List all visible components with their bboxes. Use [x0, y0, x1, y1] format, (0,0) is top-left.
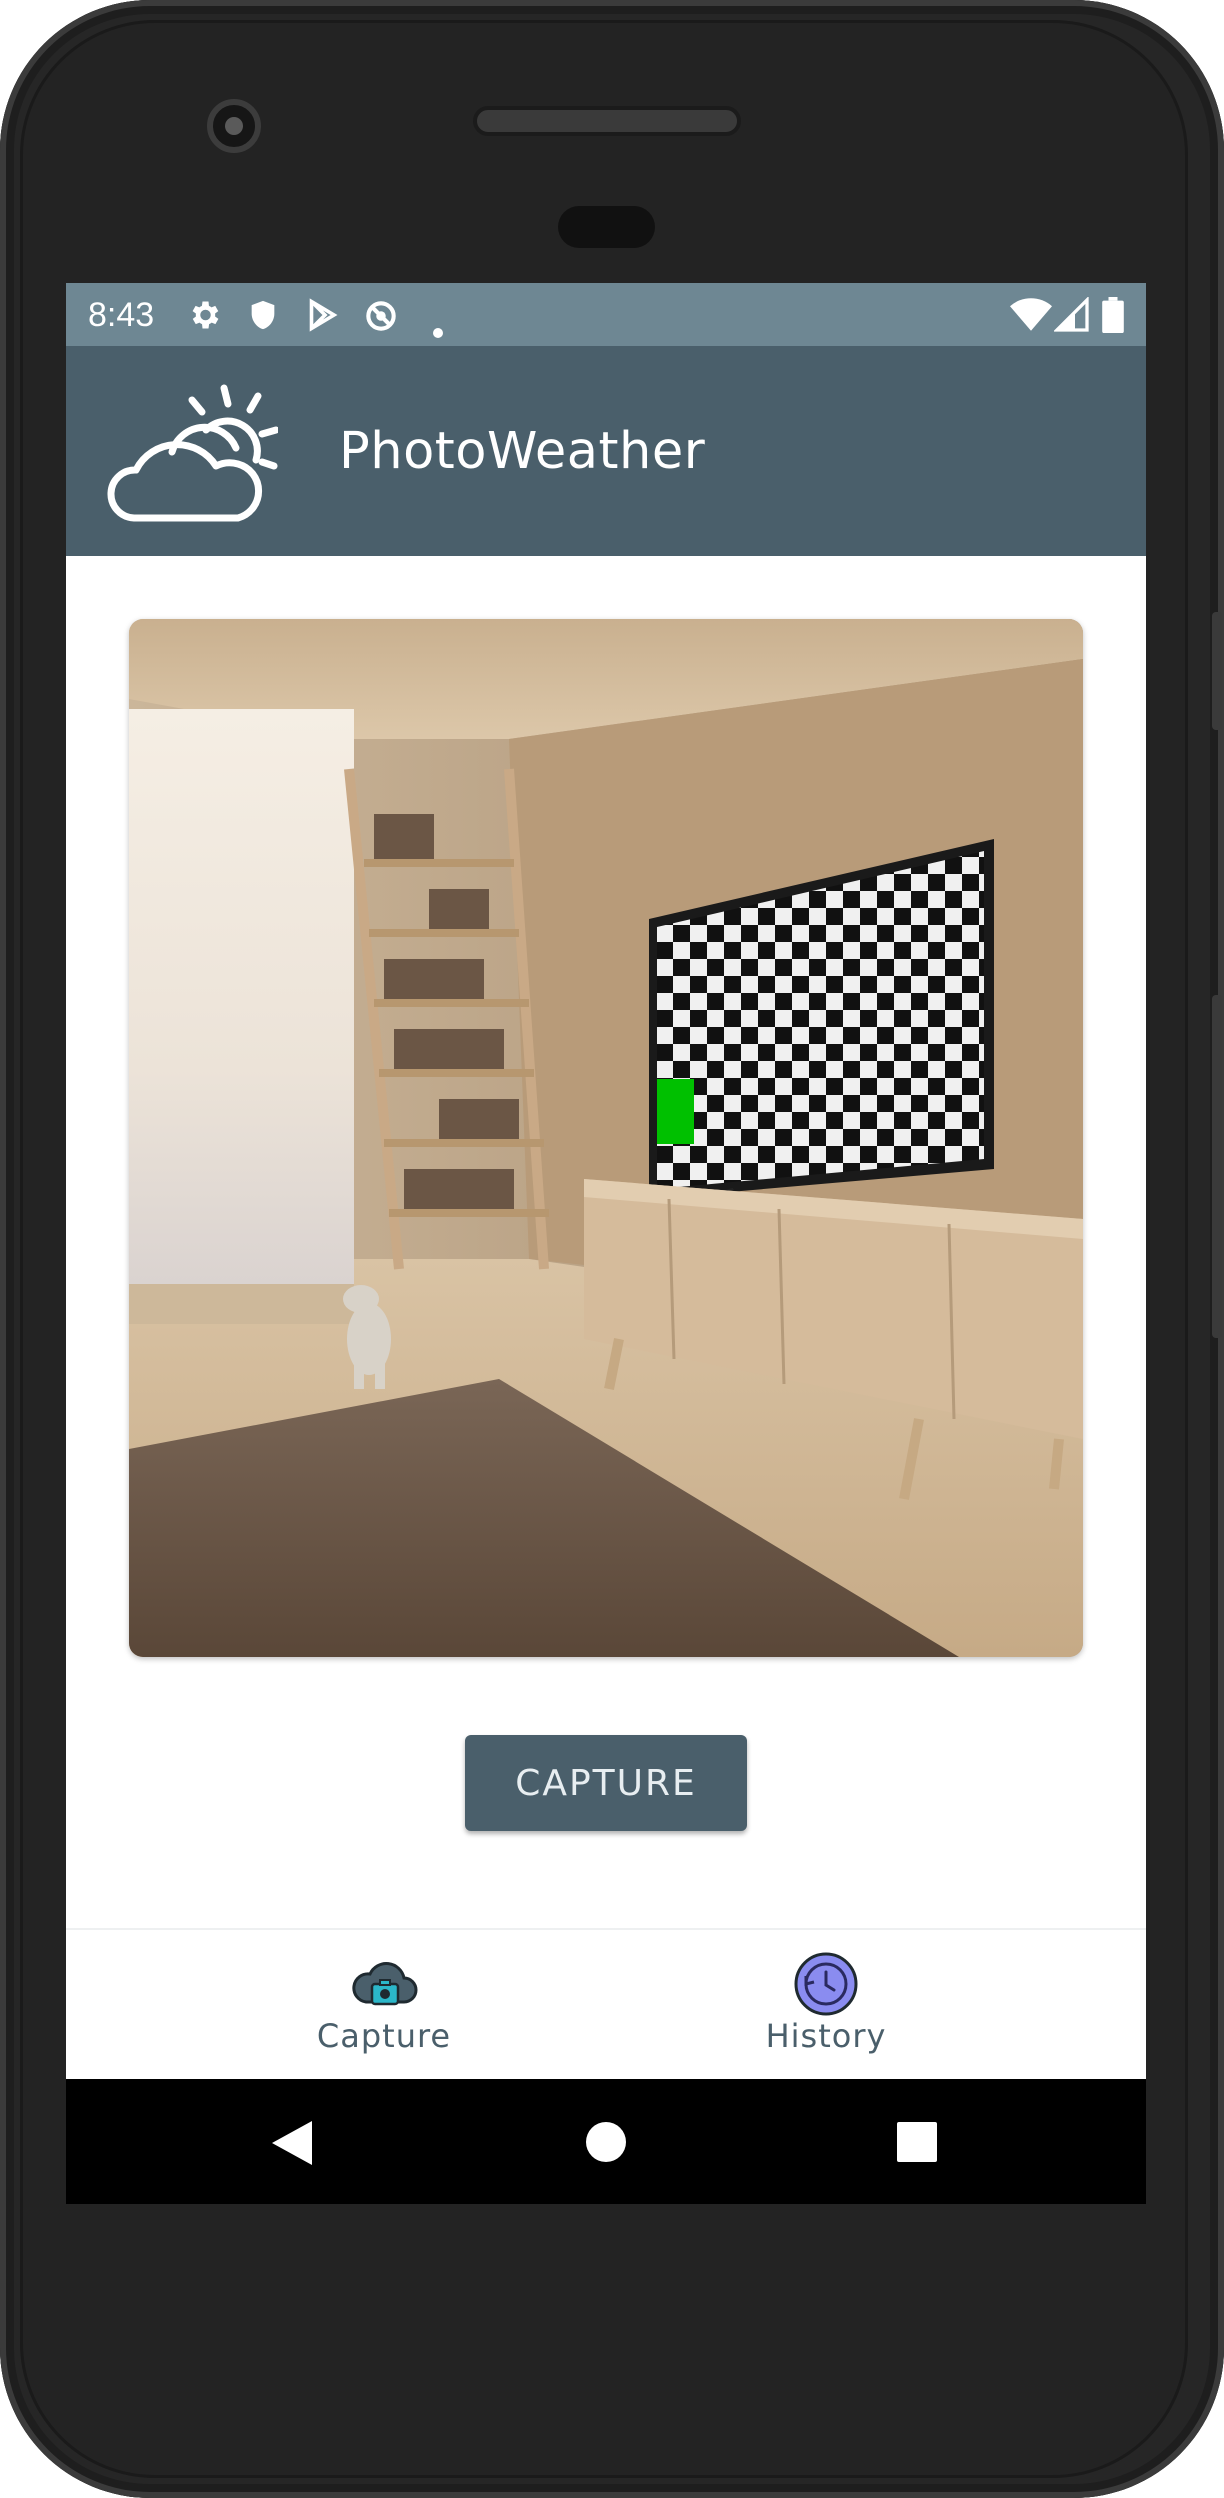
earpiece-speaker [473, 106, 741, 136]
recents-icon[interactable] [897, 2122, 937, 2166]
sync-off-icon [362, 297, 400, 344]
captured-photo [129, 619, 1083, 1657]
shield-icon [246, 297, 280, 342]
status-bar: 8:43 [66, 283, 1146, 346]
wifi-icon [1010, 297, 1052, 342]
back-icon[interactable] [272, 2121, 314, 2169]
app-title: PhotoWeather [339, 422, 706, 481]
cloud-sun-icon [106, 380, 280, 526]
dot-icon [432, 309, 444, 348]
status-time: 8:43 [88, 296, 155, 334]
settings-icon [186, 297, 222, 342]
signal-icon [1053, 296, 1090, 342]
app-bar: PhotoWeather [66, 346, 1146, 556]
cloud-camera-icon [352, 1952, 418, 2016]
battery-icon [1102, 297, 1124, 342]
history-clock-icon [794, 1952, 858, 2020]
nav-label-capture: Capture [316, 2017, 452, 2055]
front-camera [207, 99, 261, 153]
play-store-icon [304, 297, 340, 342]
home-icon[interactable] [586, 2122, 626, 2166]
nav-item-capture[interactable]: Capture [234, 1930, 534, 2081]
capture-button[interactable]: CAPTURE [465, 1735, 747, 1831]
nav-label-history: History [765, 2017, 887, 2055]
nav-item-history[interactable]: History [676, 1930, 976, 2081]
bottom-navigation: Capture History [66, 1928, 1146, 2079]
power-button [1212, 612, 1222, 730]
system-navigation-bar [66, 2079, 1146, 2204]
proximity-sensor [558, 206, 655, 248]
volume-button [1212, 995, 1222, 1338]
screen: 8:43 PhotoWeather CAPTURE Capture Histor… [66, 283, 1146, 2204]
